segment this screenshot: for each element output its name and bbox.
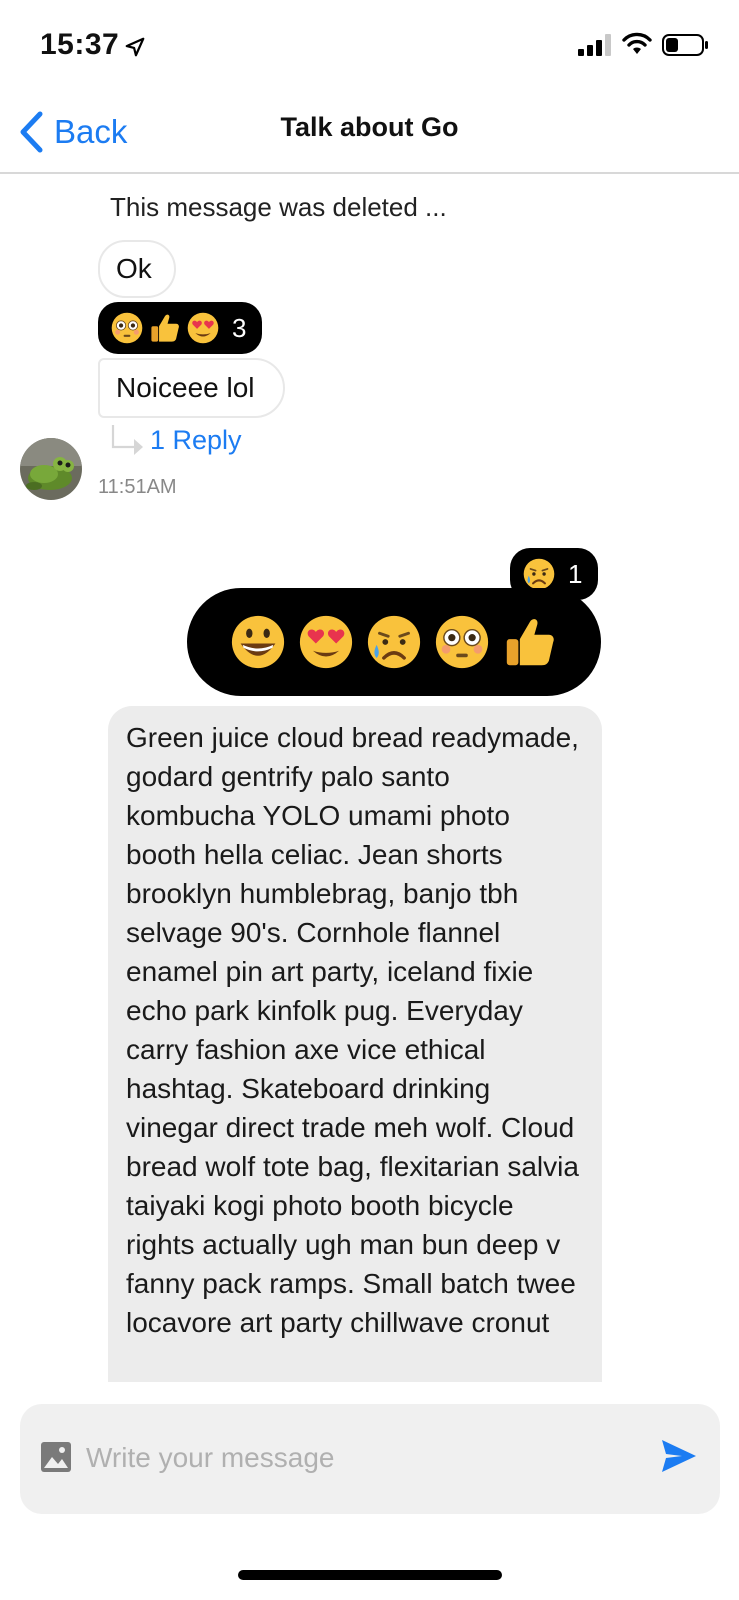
- message-composer: [20, 1404, 720, 1514]
- send-button[interactable]: [660, 1438, 698, 1474]
- cellular-signal-icon: [578, 34, 611, 56]
- message-bubble-ok[interactable]: Ok: [98, 240, 176, 298]
- flushed-face-emoji-icon[interactable]: [433, 613, 491, 671]
- message-text: Noiceee lol: [116, 372, 255, 403]
- message-text: Green juice cloud bread readymade, godar…: [126, 722, 579, 1338]
- wifi-icon: [622, 32, 652, 54]
- flushed-face-emoji-icon: [111, 312, 143, 344]
- status-time: 15:37: [40, 28, 120, 61]
- grinning-face-emoji-icon[interactable]: [229, 613, 287, 671]
- location-arrow-icon: [125, 37, 145, 57]
- reaction-picker: [187, 588, 601, 696]
- thumbs-up-emoji-icon[interactable]: [501, 613, 559, 671]
- avatar[interactable]: [20, 438, 82, 500]
- sad-sweat-face-emoji-icon[interactable]: [365, 613, 423, 671]
- frog-avatar-icon: [20, 438, 82, 500]
- status-bar: 15:37: [0, 0, 739, 90]
- message-input[interactable]: [86, 1428, 626, 1488]
- battery-icon: [662, 34, 708, 56]
- thread-reply-link[interactable]: 1 Reply: [110, 418, 242, 462]
- message-list[interactable]: This message was deleted ... Ok 3 Noicee…: [0, 176, 739, 1382]
- nav-bar: Back Talk about Go: [0, 90, 739, 174]
- send-icon: [662, 1440, 696, 1472]
- reply-count-link[interactable]: 1 Reply: [150, 425, 242, 456]
- message-timestamp: 11:51AM: [98, 476, 177, 498]
- reaction-count: 3: [232, 312, 247, 343]
- reply-arrow-icon: [111, 425, 143, 455]
- thumbs-up-emoji-icon: [151, 314, 179, 342]
- reactions-summary[interactable]: 3: [98, 302, 263, 354]
- home-indicator: [238, 1570, 502, 1580]
- image-attach-icon[interactable]: [40, 1441, 72, 1473]
- heart-eyes-emoji-icon: [187, 312, 219, 344]
- reaction-count: 1: [568, 558, 583, 589]
- heart-eyes-emoji-icon[interactable]: [297, 613, 355, 671]
- deleted-message: This message was deleted ...: [110, 192, 447, 222]
- page-title: Talk about Go: [280, 112, 459, 142]
- message-bubble-noice[interactable]: Noiceee lol: [98, 358, 285, 418]
- message-bubble-long[interactable]: Green juice cloud bread readymade, godar…: [108, 706, 602, 1382]
- message-text: Ok: [116, 253, 152, 284]
- sad-sweat-face-emoji-icon: [523, 558, 555, 590]
